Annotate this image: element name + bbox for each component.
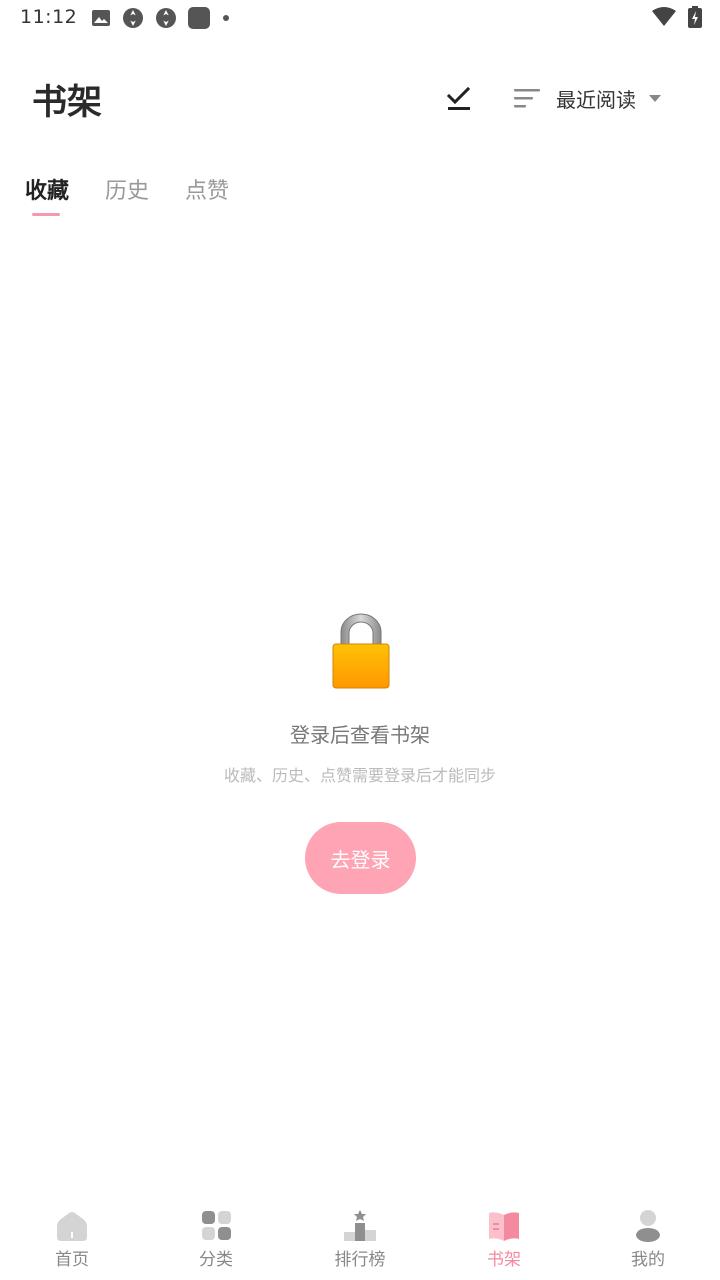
tab-label: 历史: [105, 179, 150, 204]
shelf-tabs: 收藏 历史 点赞: [25, 176, 265, 216]
nav-label: 书架: [487, 1250, 521, 1270]
tab-history[interactable]: 历史: [105, 176, 149, 216]
page-title: 书架: [32, 83, 103, 123]
nav-category[interactable]: 分类: [144, 1200, 288, 1280]
app-icon: [123, 8, 143, 28]
manage-button[interactable]: [443, 82, 475, 114]
nav-label: 分类: [199, 1250, 233, 1270]
bottom-navigation: 首页 分类 排行榜 书架 我的: [0, 1200, 720, 1280]
login-button[interactable]: 去登录: [305, 822, 416, 894]
dot-icon: [223, 15, 229, 21]
system-icons: [652, 6, 702, 28]
sort-dropdown[interactable]: 最近阅读: [512, 80, 661, 116]
ranking-icon: [344, 1210, 376, 1241]
app-icon: [156, 8, 176, 28]
sort-label: 最近阅读: [556, 87, 636, 112]
lock-icon: [332, 613, 390, 689]
empty-title: 登录后查看书架: [290, 723, 430, 747]
app-square-icon: [188, 7, 210, 29]
status-time: 11:12: [20, 6, 78, 28]
tab-label: 收藏: [25, 179, 70, 204]
image-icon: [92, 10, 110, 26]
caret-down-icon: [649, 94, 661, 102]
tab-label: 点赞: [185, 179, 230, 204]
nav-bookshelf[interactable]: 书架: [432, 1200, 576, 1280]
nav-profile[interactable]: 我的: [576, 1200, 720, 1280]
tab-likes[interactable]: 点赞: [185, 176, 229, 216]
nav-label: 首页: [55, 1250, 89, 1270]
profile-icon: [636, 1210, 660, 1242]
home-icon: [57, 1212, 87, 1241]
category-icon: [202, 1211, 231, 1240]
empty-subtitle: 收藏、历史、点赞需要登录后才能同步: [223, 766, 496, 785]
status-bar: 11:12: [0, 0, 720, 36]
nav-label: 我的: [631, 1250, 665, 1270]
nav-home[interactable]: 首页: [0, 1200, 144, 1280]
bookshelf-icon: [489, 1212, 519, 1241]
active-tab-indicator: [32, 213, 60, 216]
checkmark-icon: [446, 86, 471, 110]
nav-ranking[interactable]: 排行榜: [288, 1200, 432, 1280]
notification-icons: [91, 7, 231, 29]
wifi-icon: [652, 7, 676, 26]
sort-icon: [514, 89, 540, 108]
nav-label: 排行榜: [334, 1250, 386, 1270]
tab-favorites[interactable]: 收藏: [25, 176, 69, 216]
battery-charging-icon: [688, 6, 702, 28]
